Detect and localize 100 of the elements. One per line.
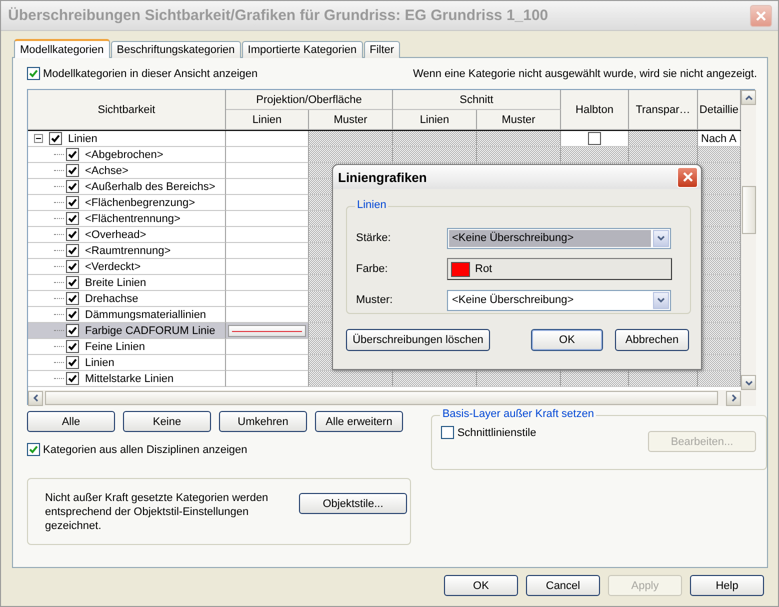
chevron-down-icon xyxy=(657,235,665,241)
tree-cell[interactable]: Mittelstarke Linien xyxy=(28,371,226,387)
category-name: Farbige CADFORUM Linie xyxy=(85,324,216,336)
tree-button[interactable]: Alle xyxy=(27,411,115,432)
tree-connector xyxy=(54,186,64,187)
dialog-button[interactable]: OK xyxy=(444,575,518,596)
scroll-left-button[interactable] xyxy=(28,390,43,406)
scrollbar-thumb[interactable] xyxy=(742,186,756,234)
checkbox[interactable] xyxy=(49,132,62,145)
vertical-scrollbar[interactable] xyxy=(741,90,756,390)
checkbox[interactable] xyxy=(66,372,79,385)
dialog-button[interactable]: Überschreibungen löschen xyxy=(346,329,490,351)
tree-cell[interactable]: Feine Linien xyxy=(28,339,226,355)
horizontal-scrollbar[interactable] xyxy=(28,390,741,406)
checkbox[interactable] xyxy=(66,324,79,337)
tree-cell[interactable]: <Overhead> xyxy=(28,227,226,243)
tree-connector xyxy=(54,314,64,315)
dropdown-arrow-button[interactable] xyxy=(653,230,669,246)
column-header[interactable]: Halbton xyxy=(561,90,629,130)
field-label: Stärke: xyxy=(356,232,392,244)
category-name: <Overhead> xyxy=(85,228,146,240)
checkbox[interactable] xyxy=(27,67,40,80)
tree-connector xyxy=(54,282,64,283)
dropdown-arrow-button[interactable] xyxy=(653,292,669,308)
tree-connector xyxy=(54,218,64,219)
category-name: Drehachse xyxy=(85,292,138,304)
dialog-title: Liniengrafiken xyxy=(338,170,427,184)
checkbox[interactable] xyxy=(66,244,79,257)
checkbox[interactable] xyxy=(66,180,79,193)
scrollbar-corner xyxy=(741,390,756,406)
checkbox[interactable] xyxy=(27,443,40,456)
column-header[interactable]: Linien xyxy=(226,110,309,130)
checkbox[interactable] xyxy=(66,164,79,177)
tab[interactable]: Beschriftungskategorien xyxy=(110,41,241,58)
color-button[interactable]: Rot xyxy=(447,258,672,280)
tree-cell[interactable]: <Verdeckt> xyxy=(28,259,226,275)
checkbox[interactable] xyxy=(66,148,79,161)
tree-cell[interactable]: Breite Linien xyxy=(28,275,226,291)
scroll-right-button[interactable] xyxy=(726,390,741,406)
tree-connector xyxy=(54,154,64,155)
tree-cell[interactable]: <Flächentrennung> xyxy=(28,211,226,227)
tree-cell[interactable]: Farbige CADFORUM Linie xyxy=(28,323,226,339)
dialog-button[interactable]: Cancel xyxy=(526,575,600,596)
scrollbar-thumb[interactable] xyxy=(45,391,718,405)
collapse-toggle[interactable] xyxy=(34,134,43,143)
tree-button[interactable]: Keine xyxy=(123,411,211,432)
column-header[interactable]: Muster xyxy=(309,110,393,130)
close-icon xyxy=(755,10,767,22)
checkbox[interactable] xyxy=(66,212,79,225)
checkbox[interactable] xyxy=(66,292,79,305)
tree-connector xyxy=(54,170,64,171)
tab[interactable]: Importierte Kategorien xyxy=(242,41,363,58)
checkbox[interactable] xyxy=(66,260,79,273)
group-title: Linien xyxy=(355,199,388,211)
scroll-down-button[interactable] xyxy=(741,375,756,390)
checkbox[interactable] xyxy=(66,308,79,321)
scroll-up-button[interactable] xyxy=(741,90,756,105)
tree-button[interactable]: Umkehren xyxy=(219,411,307,432)
dropdown[interactable]: <Keine Überschreibung> xyxy=(447,290,671,310)
info-text: Nicht außer Kraft gesetzte Kategorien werden entsprechend der Objektstil-Einstellungen gezeichnet. xyxy=(45,491,270,533)
hatched-cell xyxy=(561,371,629,387)
tree-cell[interactable]: Drehachse xyxy=(28,291,226,307)
dialog-button[interactable]: Abbrechen xyxy=(615,329,689,351)
column-header[interactable]: Sichtbarkeit xyxy=(28,90,226,130)
checkbox[interactable] xyxy=(66,228,79,241)
category-name: Dämmungsmateriallinien xyxy=(85,308,206,320)
checkbox[interactable] xyxy=(66,356,79,369)
tree-cell[interactable]: <Achse> xyxy=(28,163,226,179)
tab[interactable]: Modellkategorien xyxy=(14,39,110,58)
column-header[interactable]: Linien xyxy=(393,110,477,130)
checkbox[interactable] xyxy=(441,426,454,439)
window-title: Überschreibungen Sichtbarkeit/Grafiken für Grundriss: EG Grundriss 1_100 xyxy=(8,7,548,24)
checkbox[interactable] xyxy=(66,196,79,209)
checkbox[interactable] xyxy=(66,276,79,289)
tree-cell[interactable]: <Raumtrennung> xyxy=(28,243,226,259)
category-name: <Flächentrennung> xyxy=(85,212,180,224)
column-header[interactable]: Transpar… xyxy=(629,90,698,130)
halftone-checkbox[interactable] xyxy=(588,132,601,145)
tree-cell[interactable]: <Abgebrochen> xyxy=(28,147,226,163)
hint-text: Wenn eine Kategorie nicht ausgewählt wurde, wird sie nicht angezeigt. xyxy=(412,68,757,80)
column-header[interactable]: Muster xyxy=(477,110,561,130)
category-name: Feine Linien xyxy=(85,340,145,352)
tree-connector xyxy=(54,298,64,299)
tab[interactable]: Filter xyxy=(364,41,400,58)
object-styles-button[interactable]: Objektstile... xyxy=(299,493,407,514)
tree-cell[interactable]: <Außerhalb des Bereichs> xyxy=(28,179,226,195)
dialog-button[interactable]: Help xyxy=(690,575,764,596)
category-name: <Flächenbegrenzung> xyxy=(85,196,196,208)
line-sample[interactable] xyxy=(228,324,306,336)
tree-cell[interactable]: <Flächenbegrenzung> xyxy=(28,195,226,211)
tree-button[interactable]: Alle erweitern xyxy=(315,411,403,432)
category-name: Mittelstarke Linien xyxy=(85,372,174,384)
group-title: Basis-Layer außer Kraft setzen xyxy=(440,408,596,420)
checkbox[interactable] xyxy=(66,340,79,353)
column-header[interactable]: Detaillie xyxy=(698,90,741,130)
chevron-down-icon xyxy=(744,380,752,386)
dialog-button[interactable]: OK xyxy=(531,329,603,351)
dropdown[interactable]: <Keine Überschreibung> xyxy=(447,228,671,248)
tree-cell[interactable]: Linien xyxy=(28,355,226,371)
tree-connector xyxy=(54,234,64,235)
